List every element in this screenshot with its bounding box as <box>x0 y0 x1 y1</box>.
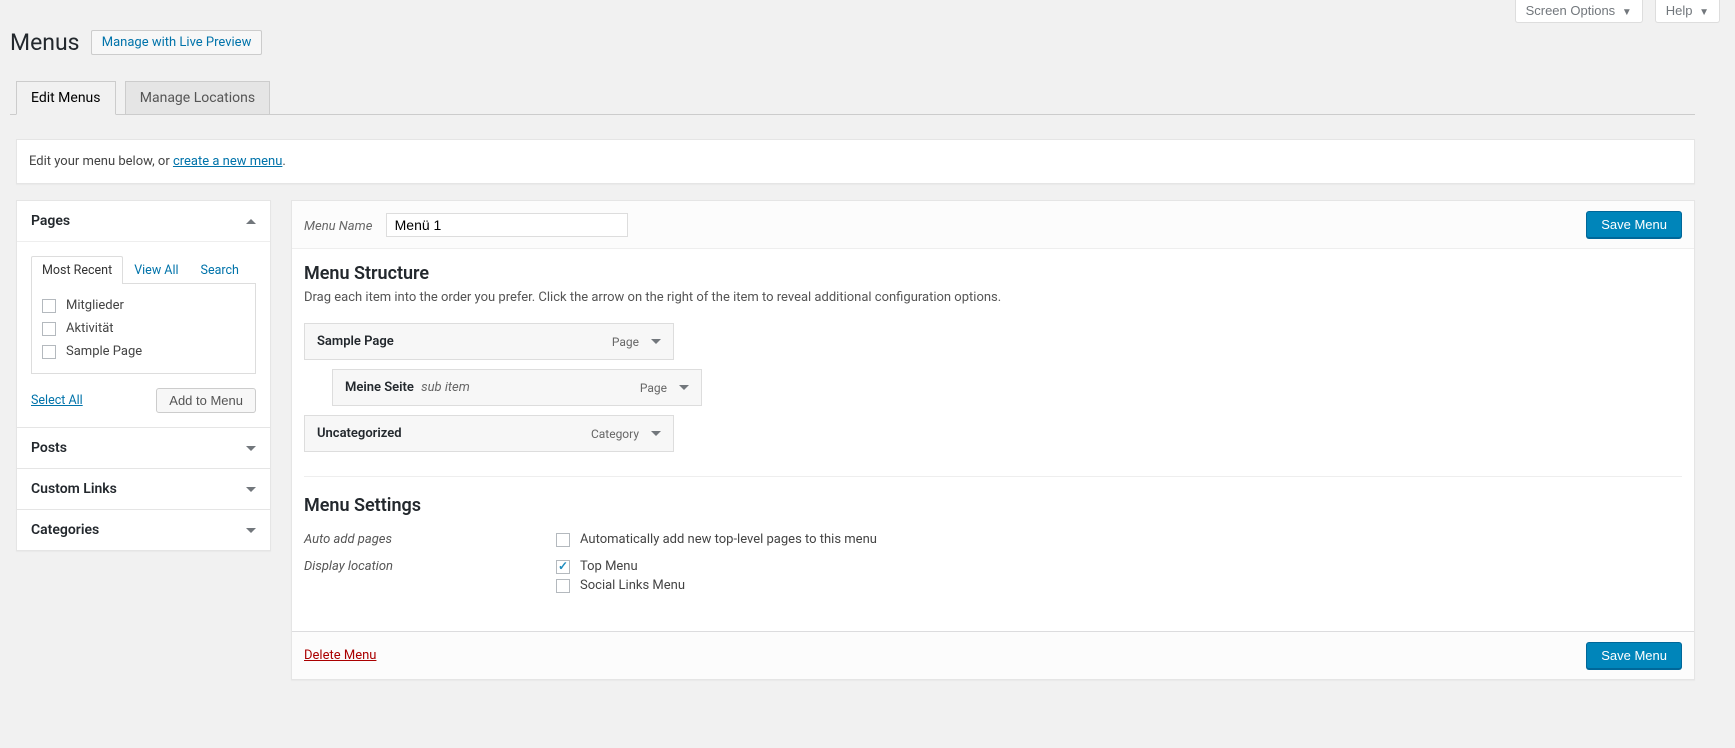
page-item-label: Aktivität <box>66 321 114 336</box>
save-menu-button-top[interactable]: Save Menu <box>1586 211 1682 238</box>
location-label: Top Menu <box>580 559 638 574</box>
chevron-down-icon[interactable] <box>679 385 689 390</box>
page-title: Menus <box>10 20 80 60</box>
chevron-down-icon: ▼ <box>1699 7 1709 18</box>
accordion-categories-header[interactable]: Categories <box>17 510 270 550</box>
chevron-down-icon <box>246 528 256 533</box>
select-all-link[interactable]: Select All <box>31 393 83 408</box>
page-checkbox[interactable] <box>42 322 56 336</box>
sub-item-label: sub item <box>418 380 470 395</box>
auto-add-checkbox[interactable] <box>556 533 570 547</box>
screen-options-button[interactable]: Screen Options ▼ <box>1515 0 1643 23</box>
auto-add-option-label: Automatically add new top-level pages to… <box>580 532 877 547</box>
menu-item-title: Uncategorized <box>317 426 402 441</box>
save-menu-button-bottom[interactable]: Save Menu <box>1586 642 1682 669</box>
pages-title: Pages <box>31 213 70 229</box>
menu-item-type: Page <box>612 335 639 349</box>
accordion-custom-links-header[interactable]: Custom Links <box>17 469 270 509</box>
page-item-label: Mitglieder <box>66 298 124 313</box>
menu-item-title: Sample Page <box>317 334 394 349</box>
divider <box>304 476 1682 477</box>
menu-structure-desc: Drag each item into the order you prefer… <box>304 290 1682 305</box>
menu-name-label: Menu Name <box>304 219 372 234</box>
posts-title: Posts <box>31 440 67 456</box>
menu-item-type: Page <box>640 381 667 395</box>
chevron-down-icon <box>246 446 256 451</box>
menu-item-title: Meine Seite <box>345 380 414 395</box>
menu-items-list: Sample Page Page Meine Seite sub item Page U… <box>304 323 1682 452</box>
menu-editor: Menu Name Save Menu Menu Structure Drag … <box>291 200 1695 680</box>
tab-most-recent[interactable]: Most Recent <box>31 256 123 284</box>
location-label: Social Links Menu <box>580 578 685 593</box>
tab-search[interactable]: Search <box>190 256 250 284</box>
page-item-label: Sample Page <box>66 344 142 359</box>
nav-tabs: Edit Menus Manage Locations <box>10 80 1695 115</box>
menu-item[interactable]: Sample Page Page <box>304 323 674 360</box>
tab-edit-menus[interactable]: Edit Menus <box>16 81 116 115</box>
location-checkbox[interactable] <box>556 579 570 593</box>
auto-add-option[interactable]: Automatically add new top-level pages to… <box>556 532 877 547</box>
add-to-menu-button[interactable]: Add to Menu <box>156 388 256 413</box>
menu-item[interactable]: Meine Seite sub item Page <box>332 369 702 406</box>
accordion-posts-header[interactable]: Posts <box>17 428 270 468</box>
location-option[interactable]: Top Menu <box>556 559 685 574</box>
custom-links-title: Custom Links <box>31 481 117 497</box>
chevron-down-icon[interactable] <box>651 339 661 344</box>
page-item[interactable]: Sample Page <box>42 340 245 363</box>
display-location-label: Display location <box>304 559 556 597</box>
page-checkbox[interactable] <box>42 299 56 313</box>
categories-title: Categories <box>31 522 99 538</box>
help-button[interactable]: Help ▼ <box>1655 0 1720 23</box>
pages-list: Mitglieder Aktivität Sample Page <box>31 284 256 374</box>
chevron-down-icon[interactable] <box>651 431 661 436</box>
page-item[interactable]: Mitglieder <box>42 294 245 317</box>
menu-item-type: Category <box>591 427 639 441</box>
edit-notice: Edit your menu below, or create a new me… <box>16 139 1695 184</box>
location-option[interactable]: Social Links Menu <box>556 578 685 593</box>
page-item[interactable]: Aktivität <box>42 317 245 340</box>
menu-name-input[interactable] <box>386 213 628 237</box>
menu-item[interactable]: Uncategorized Category <box>304 415 674 452</box>
create-menu-link[interactable]: create a new menu <box>173 154 282 169</box>
delete-menu-link[interactable]: Delete Menu <box>304 648 376 663</box>
tab-view-all[interactable]: View All <box>123 256 189 284</box>
notice-text: Edit your menu below, or <box>29 154 173 169</box>
accordion-pages-header[interactable]: Pages <box>17 201 270 242</box>
menu-settings-title: Menu Settings <box>304 495 1682 516</box>
chevron-down-icon: ▼ <box>1622 7 1632 18</box>
accordion-pages: Pages Most Recent View All Search Mitgli… <box>16 200 271 428</box>
chevron-up-icon <box>246 219 256 224</box>
screen-options-label: Screen Options <box>1526 3 1616 18</box>
page-checkbox[interactable] <box>42 345 56 359</box>
location-checkbox[interactable] <box>556 560 570 574</box>
chevron-down-icon <box>246 487 256 492</box>
help-label: Help <box>1666 3 1693 18</box>
tab-manage-locations[interactable]: Manage Locations <box>125 81 270 115</box>
auto-add-label: Auto add pages <box>304 532 556 551</box>
live-preview-button[interactable]: Manage with Live Preview <box>91 30 263 55</box>
menu-structure-title: Menu Structure <box>304 263 1682 284</box>
